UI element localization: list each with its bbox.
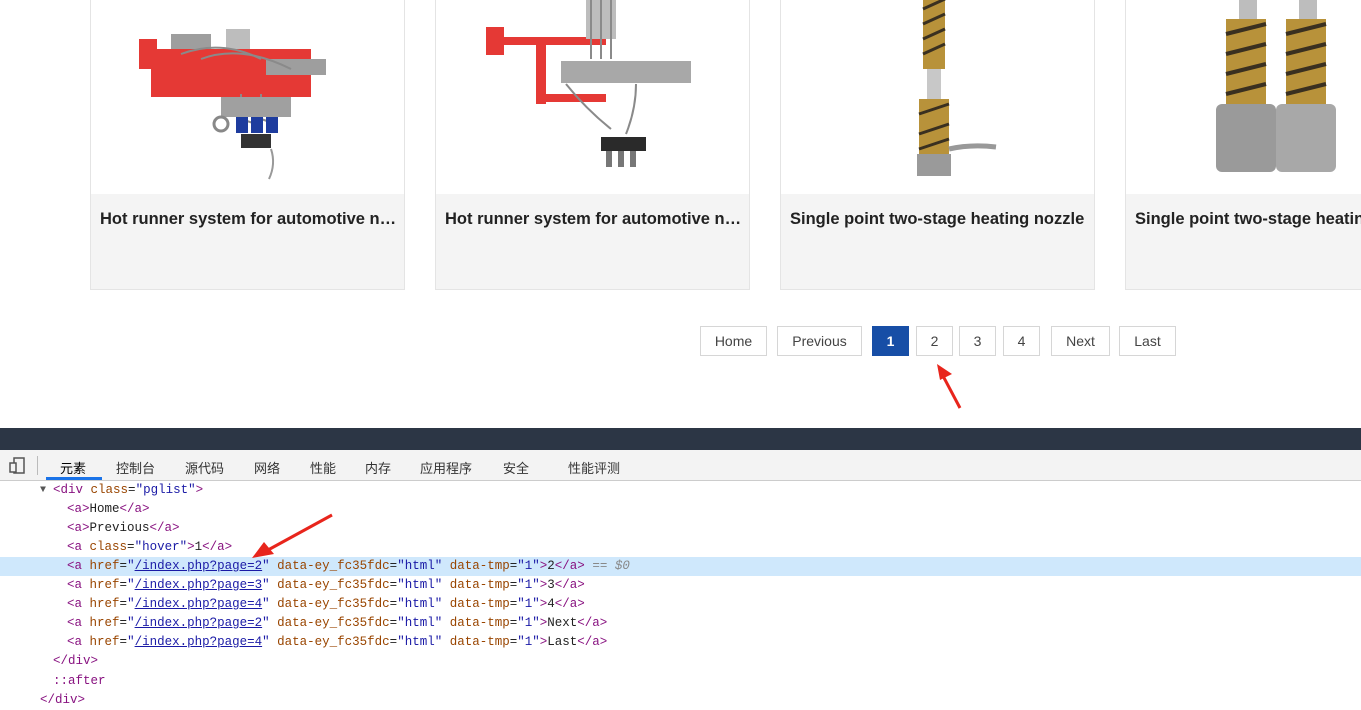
dom-node-a-last[interactable]: <a href="/index.php?page=4" data-ey_fc35… — [0, 633, 1361, 652]
product-image[interactable] — [781, 0, 1094, 194]
pagination-previous-button[interactable]: Previous — [777, 326, 862, 356]
product-card[interactable]: Hot runner system for automotive ne... — [90, 0, 405, 290]
tab-lighthouse[interactable]: 性能评测 — [568, 458, 620, 477]
dom-node-a-next[interactable]: <a href="/index.php?page=2" data-ey_fc35… — [0, 614, 1361, 633]
dom-node-a-hover[interactable]: <a class="hover">1</a> — [0, 538, 1361, 557]
dom-node-after-pseudo[interactable]: ::after — [0, 672, 1361, 691]
tab-console[interactable]: 控制台 — [116, 458, 155, 477]
pagination-page-1-button[interactable]: 1 — [872, 326, 909, 356]
href-link[interactable]: /index.php?page=4 — [135, 597, 263, 611]
tab-memory[interactable]: 内存 — [365, 458, 391, 477]
product-title[interactable]: Single point two-stage heating — [1135, 210, 1361, 229]
tab-sources[interactable]: 源代码 — [185, 458, 224, 477]
product-card[interactable]: Single point two-stage heating nozzle — [780, 0, 1095, 290]
product-card[interactable]: Hot runner system for automotive ne... — [435, 0, 750, 290]
product-info: Single point two-stage heating nozzle — [781, 194, 1094, 289]
toolbar-divider — [37, 456, 38, 475]
pagination-page-4-button[interactable]: 4 — [1003, 326, 1040, 356]
pagination-last-button[interactable]: Last — [1119, 326, 1176, 356]
href-link[interactable]: /index.php?page=2 — [135, 616, 263, 630]
dom-node-a-page-4[interactable]: <a href="/index.php?page=4" data-ey_fc35… — [0, 595, 1361, 614]
device-toggle-icon[interactable] — [9, 457, 25, 474]
tab-network[interactable]: 网络 — [254, 458, 280, 477]
href-link[interactable]: /index.php?page=4 — [135, 635, 263, 649]
annotation-arrow-icon — [252, 513, 333, 558]
product-card[interactable]: Single point two-stage heating — [1125, 0, 1361, 290]
tab-security[interactable]: 安全 — [503, 458, 529, 477]
href-link[interactable]: /index.php?page=2 — [135, 559, 263, 573]
dom-node-a-page-2[interactable]: <a href="/index.php?page=2" data-ey_fc35… — [0, 557, 1361, 576]
selected-node-marker: == $0 — [592, 559, 630, 573]
href-link[interactable]: /index.php?page=3 — [135, 578, 263, 592]
dom-tree: ▼ <div class="pglist"> <a>Home</a> <a>Pre… — [0, 481, 1361, 707]
product-info: Single point two-stage heating — [1126, 194, 1361, 289]
product-image[interactable] — [91, 0, 404, 194]
dom-node-a-previous[interactable]: <a>Previous</a> — [0, 519, 1361, 538]
annotation-arrow-icon — [937, 364, 962, 409]
active-tab-indicator — [46, 477, 102, 480]
product-title[interactable]: Hot runner system for automotive ne... — [100, 210, 398, 229]
product-image[interactable] — [436, 0, 749, 194]
pagination-page-3-button[interactable]: 3 — [959, 326, 996, 356]
dom-node-div-close[interactable]: </div> — [0, 652, 1361, 671]
product-title[interactable]: Hot runner system for automotive ne... — [445, 210, 743, 229]
expand-triangle-icon[interactable]: ▼ — [40, 481, 46, 500]
dom-node-a-page-3[interactable]: <a href="/index.php?page=3" data-ey_fc35… — [0, 576, 1361, 595]
pagination-page-2-button[interactable]: 2 — [916, 326, 953, 356]
tab-elements[interactable]: 元素 — [60, 458, 86, 477]
tab-application[interactable]: 应用程序 — [420, 458, 472, 477]
tab-performance[interactable]: 性能 — [310, 458, 336, 477]
pagination-next-button[interactable]: Next — [1051, 326, 1110, 356]
devtools-header-bar — [0, 428, 1361, 450]
product-info: Hot runner system for automotive ne... — [436, 194, 749, 289]
product-title[interactable]: Single point two-stage heating nozzle — [790, 210, 1088, 229]
devtools-tab-bar: 元素 控制台 源代码 网络 性能 内存 应用程序 安全 性能评测 — [0, 450, 1361, 481]
dom-node-div-open[interactable]: ▼ <div class="pglist"> — [0, 481, 1361, 500]
pagination-home-button[interactable]: Home — [700, 326, 767, 356]
dom-node-a-home[interactable]: <a>Home</a> — [0, 500, 1361, 519]
product-image[interactable] — [1126, 0, 1361, 194]
product-info: Hot runner system for automotive ne... — [91, 194, 404, 289]
